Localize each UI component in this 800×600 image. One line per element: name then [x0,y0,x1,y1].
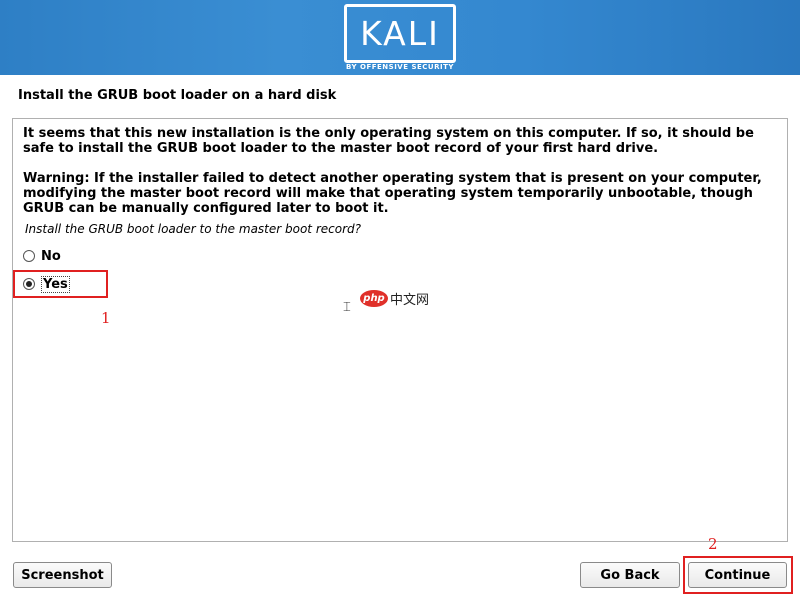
annotation-1: 1 [101,309,111,327]
grub-question: Install the GRUB boot loader to the mast… [25,222,362,236]
content-panel: It seems that this new installation is t… [12,118,788,542]
watermark-text: 中文网 [390,293,430,308]
info-paragraph: It seems that this new installation is t… [23,126,754,156]
kali-logo-text: KALI [360,14,440,53]
option-no-label[interactable]: No [41,249,61,264]
kali-banner: KALI BY OFFENSIVE SECURITY [0,0,800,75]
annotation-2: 2 [708,535,718,553]
php-badge: php [360,290,388,307]
highlight-yes-option [13,270,108,298]
text-cursor-icon: ⌶ [343,300,351,315]
kali-tagline: BY OFFENSIVE SECURITY [346,63,454,71]
kali-logo: KALI [344,4,456,63]
warning-paragraph: Warning: If the installer failed to dete… [23,171,762,216]
go-back-button[interactable]: Go Back [580,562,680,588]
highlight-continue-button [683,556,793,594]
radio-no[interactable] [23,250,35,262]
page-title: Install the GRUB boot loader on a hard d… [18,88,337,103]
option-no[interactable]: No [23,247,61,265]
watermark: php 中文网 [360,289,429,308]
screenshot-button[interactable]: Screenshot [13,562,112,588]
